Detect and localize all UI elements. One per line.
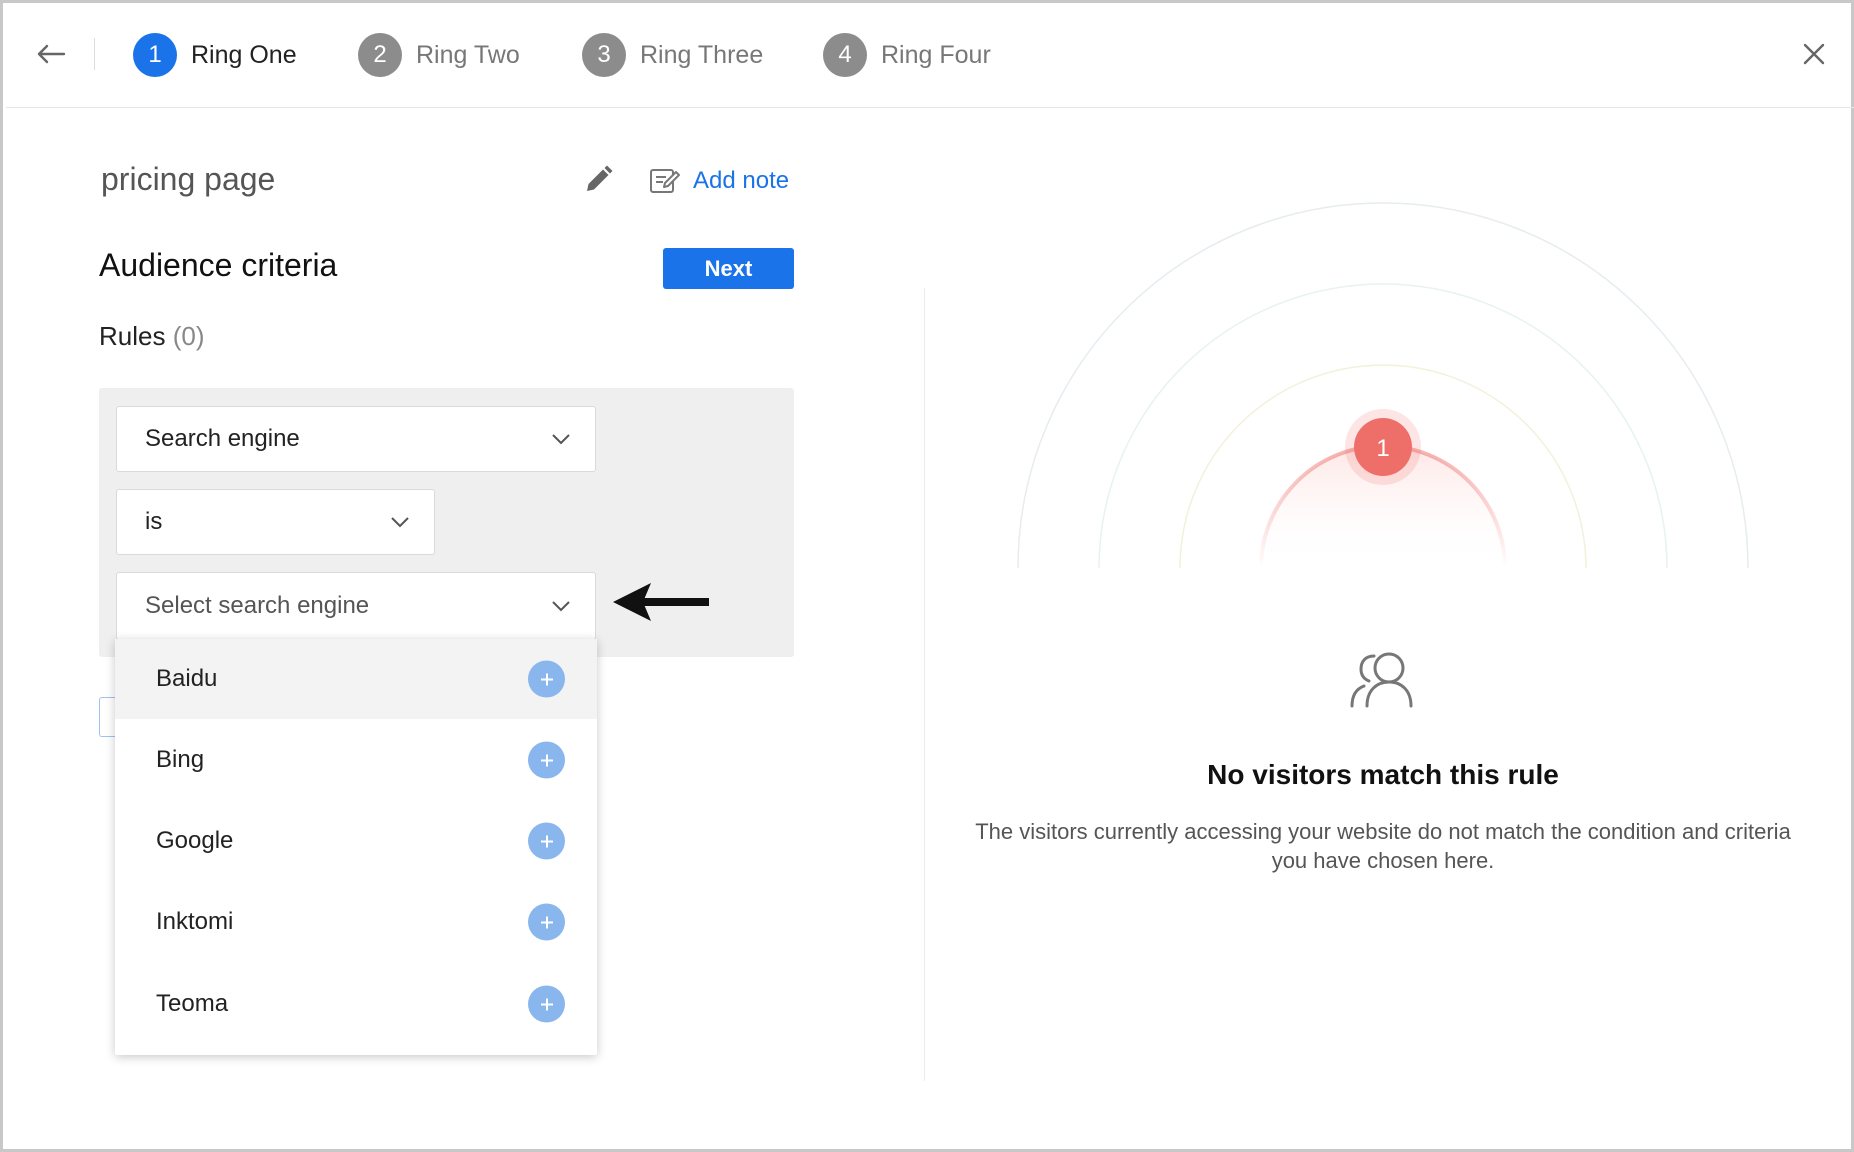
dropdown-option-teoma[interactable]: Teoma xyxy=(115,964,597,1044)
attribute-select[interactable]: Search engine xyxy=(116,406,596,472)
plus-icon xyxy=(540,998,553,1010)
description-line: you have chosen here. xyxy=(1271,848,1495,873)
option-label: Bing xyxy=(156,746,205,773)
chevron-down-icon xyxy=(552,434,570,445)
next-button[interactable]: Next xyxy=(663,248,794,289)
pointer-arrow-icon xyxy=(613,583,709,621)
operator-value: is xyxy=(145,508,163,535)
plus-icon xyxy=(540,754,553,766)
back-button[interactable] xyxy=(30,34,72,74)
step-number: 2 xyxy=(358,33,402,77)
ring-steps-header: 1 Ring One 2 Ring Two 3 Ring Three 4 Rin… xyxy=(6,6,1854,108)
dropdown-option-inktomi[interactable]: Inktomi xyxy=(115,882,597,962)
plus-icon xyxy=(540,835,553,847)
add-option-button[interactable] xyxy=(528,903,565,941)
close-icon xyxy=(1803,43,1825,65)
arrow-left-icon xyxy=(37,44,66,64)
step-label: Ring Three xyxy=(640,40,764,69)
note-edit-icon xyxy=(650,169,680,193)
ring-editor-window: 1 Ring One 2 Ring Two 3 Ring Three 4 Rin… xyxy=(0,0,1854,1152)
attribute-value: Search engine xyxy=(145,425,300,452)
step-label: Ring One xyxy=(191,40,297,69)
option-label: Baidu xyxy=(156,665,218,692)
step-number: 4 xyxy=(823,33,867,77)
step-ring-two[interactable]: 2 Ring Two xyxy=(358,32,520,78)
step-ring-one[interactable]: 1 Ring One xyxy=(133,32,297,78)
option-label: Google xyxy=(156,827,234,854)
add-note-label: Add note xyxy=(693,167,790,194)
panel-divider xyxy=(924,288,925,1081)
rules-label: Rules xyxy=(99,321,166,351)
ring-marker-label: 1 xyxy=(1376,435,1389,462)
add-option-button[interactable] xyxy=(528,822,565,860)
step-number: 1 xyxy=(133,33,177,77)
step-number: 3 xyxy=(582,33,626,77)
search-engine-placeholder: Select search engine xyxy=(145,592,370,619)
pencil-icon xyxy=(587,165,613,191)
plus-icon xyxy=(540,673,553,685)
section-title: Audience criteria xyxy=(99,247,338,283)
audience-rings-graphic: 1 xyxy=(1017,202,1749,569)
empty-state-title: No visitors match this rule xyxy=(1207,759,1559,790)
step-label: Ring Four xyxy=(881,40,991,69)
add-option-button[interactable] xyxy=(528,660,565,698)
close-button[interactable] xyxy=(1794,34,1834,74)
dropdown-option-bing[interactable]: Bing xyxy=(115,720,597,800)
description-line: The visitors currently accessing your we… xyxy=(975,819,1791,844)
add-option-button[interactable] xyxy=(528,985,565,1023)
chevron-down-icon xyxy=(552,601,570,612)
chevron-down-icon xyxy=(391,517,409,528)
search-engine-dropdown: Baidu Bing Google Inktomi Teoma xyxy=(115,639,597,1055)
option-label: Inktomi xyxy=(156,908,234,935)
people-icon xyxy=(1350,652,1413,708)
dropdown-option-google[interactable]: Google xyxy=(115,801,597,881)
empty-state-description: The visitors currently accessing your we… xyxy=(933,817,1833,875)
dropdown-option-baidu[interactable]: Baidu xyxy=(115,639,597,719)
rules-count: (0) xyxy=(172,321,205,351)
step-label: Ring Two xyxy=(416,40,520,69)
operator-select[interactable]: is xyxy=(116,489,435,555)
plus-icon xyxy=(540,916,553,928)
option-label: Teoma xyxy=(156,990,229,1017)
page-title: pricing page xyxy=(101,161,276,197)
add-note-button[interactable]: Add note xyxy=(649,161,789,201)
rules-heading: Rules (0) xyxy=(99,321,205,352)
edit-name-button[interactable] xyxy=(581,163,615,197)
step-ring-four[interactable]: 4 Ring Four xyxy=(823,32,991,78)
search-engine-select[interactable]: Select search engine xyxy=(116,572,596,640)
header-divider xyxy=(94,38,95,70)
add-option-button[interactable] xyxy=(528,741,565,779)
step-ring-three[interactable]: 3 Ring Three xyxy=(582,32,763,78)
